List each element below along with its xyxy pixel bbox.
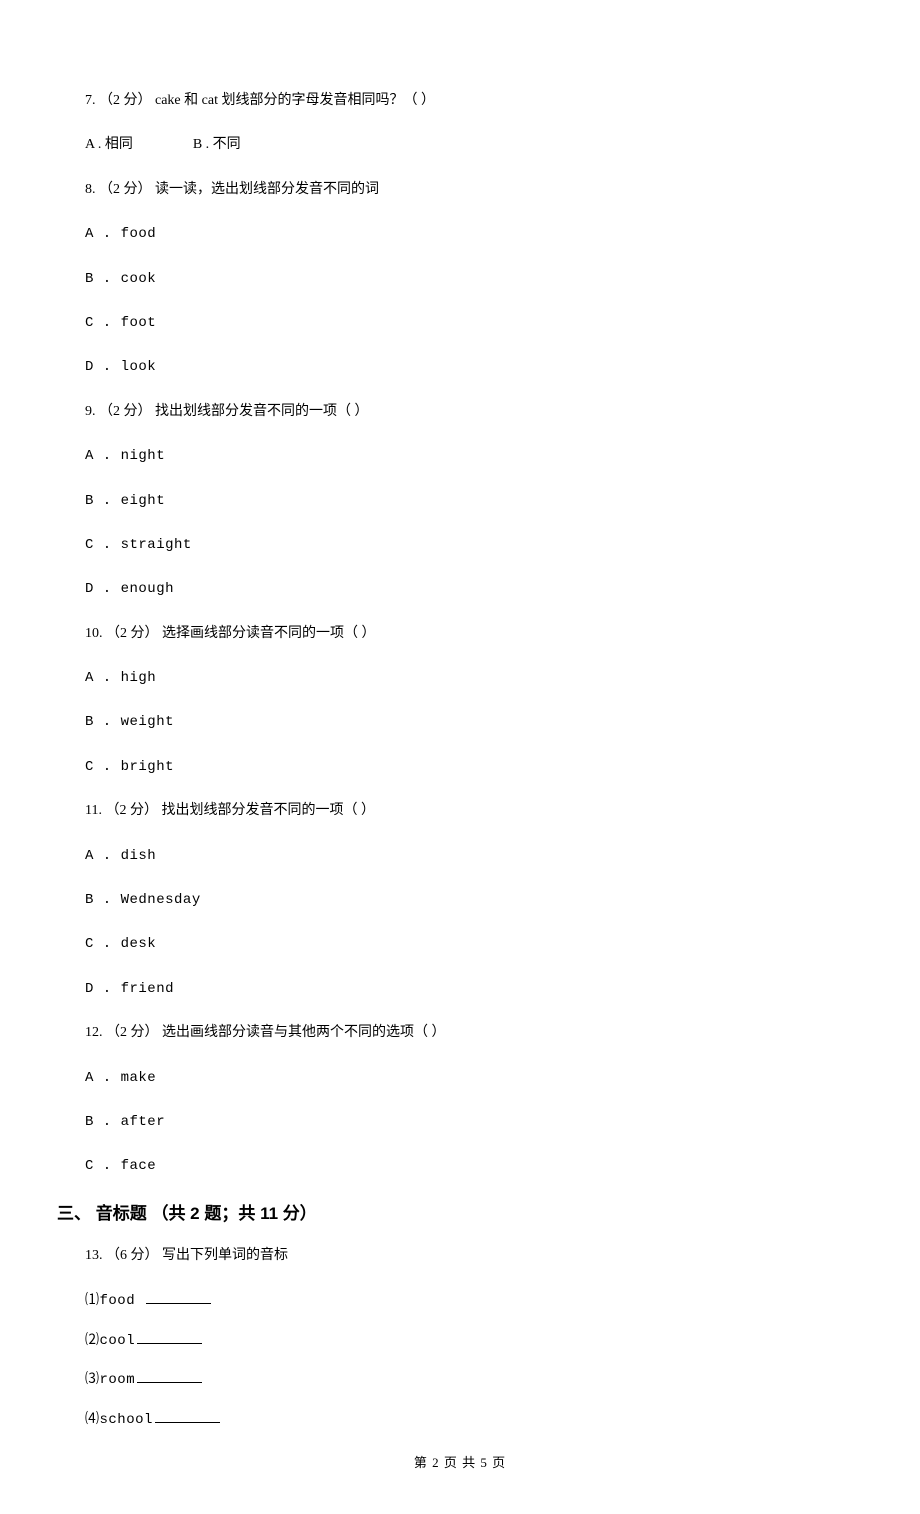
- question-7-option-a: A . 相同: [85, 134, 133, 156]
- question-11-option-c: C . desk: [85, 933, 835, 955]
- question-13: 13. （6 分） 写出下列单词的音标 ⑴food ⑵cool ⑶room ⑷s…: [85, 1245, 835, 1431]
- question-11-stem: 11. （2 分） 找出划线部分发音不同的一项（ ）: [85, 800, 835, 822]
- question-10-option-c: C . bright: [85, 756, 835, 778]
- question-10: 10. （2 分） 选择画线部分读音不同的一项（ ） A . high B . …: [85, 623, 835, 779]
- question-7-options: A . 相同 B . 不同: [85, 134, 835, 156]
- question-13-sub-3: ⑶room: [85, 1368, 835, 1391]
- question-9-option-d: D . enough: [85, 578, 835, 600]
- question-13-sub-1: ⑴food: [85, 1289, 835, 1312]
- question-9: 9. （2 分） 找出划线部分发音不同的一项（ ） A . night B . …: [85, 401, 835, 601]
- question-13-sub-1-text: ⑴food: [85, 1293, 144, 1309]
- question-8-option-a: A . food: [85, 223, 835, 245]
- question-8-option-b: B . cook: [85, 268, 835, 290]
- question-10-option-a: A . high: [85, 667, 835, 689]
- question-10-option-b: B . weight: [85, 711, 835, 733]
- question-11-option-a: A . dish: [85, 845, 835, 867]
- fill-blank[interactable]: [137, 1368, 202, 1383]
- question-12: 12. （2 分） 选出画线部分读音与其他两个不同的选项（ ） A . make…: [85, 1022, 835, 1178]
- question-9-stem: 9. （2 分） 找出划线部分发音不同的一项（ ）: [85, 401, 835, 423]
- question-13-stem: 13. （6 分） 写出下列单词的音标: [85, 1245, 835, 1267]
- question-9-option-b: B . eight: [85, 490, 835, 512]
- question-8-stem: 8. （2 分） 读一读，选出划线部分发音不同的词: [85, 179, 835, 201]
- question-7-option-b: B . 不同: [193, 134, 241, 156]
- question-9-option-a: A . night: [85, 445, 835, 467]
- question-12-stem: 12. （2 分） 选出画线部分读音与其他两个不同的选项（ ）: [85, 1022, 835, 1044]
- question-7: 7. （2 分） cake 和 cat 划线部分的字母发音相同吗？（ ） A .…: [85, 90, 835, 157]
- question-7-stem: 7. （2 分） cake 和 cat 划线部分的字母发音相同吗？（ ）: [85, 90, 835, 112]
- fill-blank[interactable]: [137, 1329, 202, 1344]
- question-8: 8. （2 分） 读一读，选出划线部分发音不同的词 A . food B . c…: [85, 179, 835, 379]
- question-8-option-d: D . look: [85, 356, 835, 378]
- question-8-option-c: C . foot: [85, 312, 835, 334]
- question-13-sub-3-text: ⑶room: [85, 1372, 135, 1388]
- question-11-option-b: B . Wednesday: [85, 889, 835, 911]
- question-10-stem: 10. （2 分） 选择画线部分读音不同的一项（ ）: [85, 623, 835, 645]
- question-13-sub-4-text: ⑷school: [85, 1412, 153, 1428]
- section-3-title: 三、 音标题 （共 2 题；共 11 分）: [57, 1200, 835, 1227]
- fill-blank[interactable]: [146, 1289, 211, 1304]
- question-12-option-b: B . after: [85, 1111, 835, 1133]
- question-11: 11. （2 分） 找出划线部分发音不同的一项（ ） A . dish B . …: [85, 800, 835, 1000]
- question-12-option-a: A . make: [85, 1067, 835, 1089]
- question-13-sub-2-text: ⑵cool: [85, 1333, 135, 1349]
- question-13-sub-2: ⑵cool: [85, 1329, 835, 1352]
- page-footer: 第 2 页 共 5 页: [85, 1453, 835, 1474]
- page-content: 7. （2 分） cake 和 cat 划线部分的字母发音相同吗？（ ） A .…: [0, 0, 920, 1514]
- question-12-option-c: C . face: [85, 1155, 835, 1177]
- question-13-sub-4: ⑷school: [85, 1408, 835, 1431]
- fill-blank[interactable]: [155, 1408, 220, 1423]
- question-11-option-d: D . friend: [85, 978, 835, 1000]
- question-9-option-c: C . straight: [85, 534, 835, 556]
